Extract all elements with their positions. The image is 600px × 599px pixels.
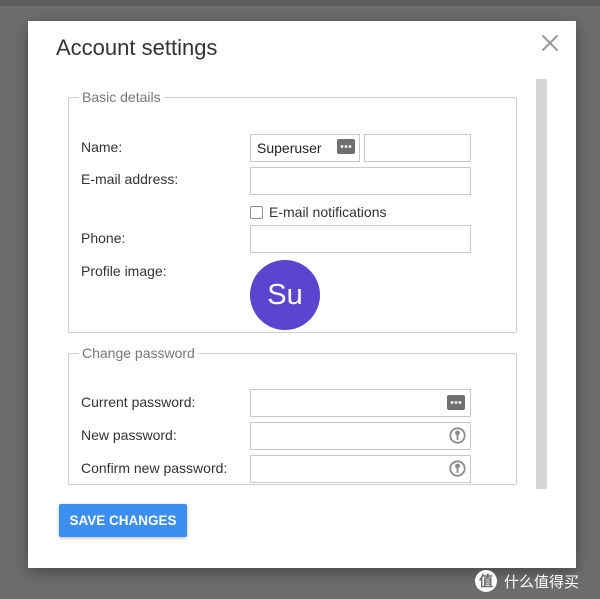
confirm-password-input[interactable] xyxy=(250,455,471,483)
email-label: E-mail address: xyxy=(81,171,179,187)
last-name-input[interactable] xyxy=(364,134,471,162)
watermark-logo-icon: 值 xyxy=(475,570,497,592)
profile-image-label: Profile image: xyxy=(81,263,167,279)
watermark: 值 什么值得买 xyxy=(474,568,579,594)
account-settings-dialog: Account settings Basic details Name: E-m… xyxy=(28,21,576,568)
close-button[interactable] xyxy=(538,31,562,55)
name-label: Name: xyxy=(81,139,123,155)
key-icon[interactable] xyxy=(449,459,466,478)
key-icon[interactable] xyxy=(449,426,466,445)
email-notifications-checkbox[interactable] xyxy=(250,206,263,219)
current-password-input[interactable] xyxy=(250,389,471,417)
scrollbar[interactable] xyxy=(536,79,547,489)
svg-text:值: 值 xyxy=(479,573,493,589)
dialog-title: Account settings xyxy=(56,35,218,60)
email-notifications-label[interactable]: E-mail notifications xyxy=(269,204,387,220)
phone-input[interactable] xyxy=(250,225,471,253)
current-password-label: Current password: xyxy=(81,394,196,410)
password-manager-icon[interactable] xyxy=(337,139,355,154)
new-password-input[interactable] xyxy=(250,422,471,450)
basic-details-group: Basic details Name: E-mail address: E-ma… xyxy=(68,89,517,333)
basic-details-legend: Basic details xyxy=(82,89,161,105)
phone-label: Phone: xyxy=(81,230,126,246)
email-input[interactable] xyxy=(250,167,471,195)
password-manager-icon[interactable] xyxy=(447,395,465,410)
backdrop-top-strip xyxy=(0,0,600,6)
change-password-legend: Change password xyxy=(82,345,195,361)
new-password-label: New password: xyxy=(81,427,177,443)
watermark-text: 什么值得买 xyxy=(504,573,580,591)
change-password-group: Change password Current password: New pa… xyxy=(68,345,517,485)
save-changes-button[interactable]: SAVE CHANGES xyxy=(59,504,187,537)
confirm-password-label: Confirm new password: xyxy=(81,460,228,476)
avatar[interactable]: Su xyxy=(250,260,320,330)
close-icon xyxy=(542,35,558,51)
